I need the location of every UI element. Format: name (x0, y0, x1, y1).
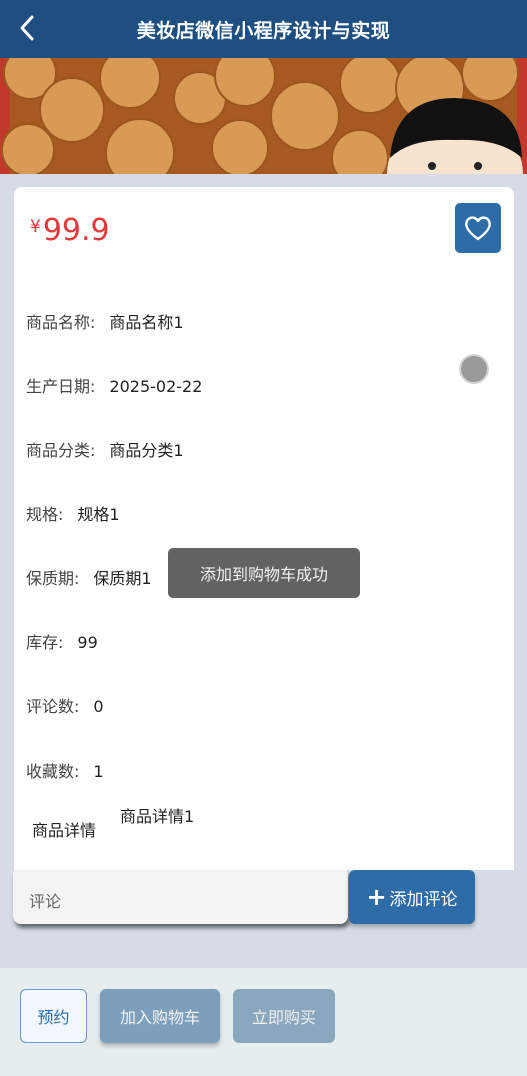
description-value: 商品详情1 (120, 807, 195, 826)
detail-row-favorite-count: 收藏数: 1 (26, 762, 104, 781)
detail-row-shelf-life: 保质期: 保质期1 (26, 569, 152, 588)
product-detail-card: ¥99.9 商品名称: 商品名称1 生产日期: 2025-02-22 商品分类: 商品… (14, 187, 514, 870)
nav-bar: 美妆店微信小程序设计与实现 (0, 0, 527, 58)
currency-symbol: ¥ (30, 217, 41, 237)
reserve-button[interactable]: 预约 (20, 989, 87, 1043)
favorite-button[interactable] (455, 203, 501, 253)
detail-row-spec: 规格: 规格1 (26, 505, 120, 524)
floating-dot-button[interactable] (459, 354, 489, 384)
detail-row-comment-count: 评论数: 0 (26, 697, 104, 716)
detail-row-stock: 库存: 99 (26, 633, 98, 652)
heart-icon (465, 216, 491, 241)
product-image (0, 58, 527, 174)
page-title: 美妆店微信小程序设计与实现 (136, 20, 391, 42)
add-comment-label: 添加评论 (389, 889, 458, 910)
comment-input[interactable]: 评论 (13, 870, 348, 924)
description-label: 商品详情 (32, 821, 97, 840)
add-comment-button[interactable]: + 添加评论 (349, 870, 475, 924)
price-value: 99.9 (42, 213, 110, 248)
add-to-cart-button[interactable]: 加入购物车 (100, 989, 220, 1043)
bottom-action-bar: 预约 加入购物车 立即购买 (0, 968, 527, 1076)
detail-row-category: 商品分类: 商品分类1 (26, 441, 184, 460)
detail-row-name: 商品名称: 商品名称1 (26, 313, 184, 332)
plus-icon: + (366, 883, 387, 911)
buy-now-button[interactable]: 立即购买 (233, 989, 335, 1043)
comment-placeholder: 评论 (29, 892, 62, 911)
product-price: ¥99.9 (30, 209, 110, 249)
toast-message: 添加到购物车成功 (168, 548, 360, 598)
detail-row-production-date: 生产日期: 2025-02-22 (26, 377, 203, 396)
